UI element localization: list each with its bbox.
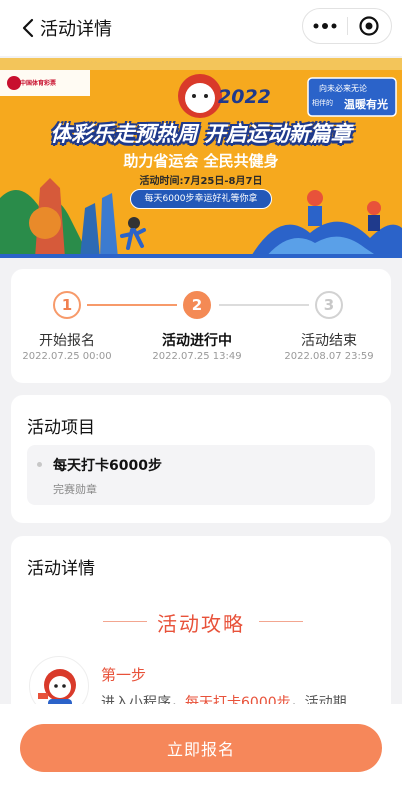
register-now-button[interactable]: 立即报名 [20, 724, 382, 772]
guide-step-label: 第一步 [101, 666, 147, 684]
progress-line-completed [87, 304, 177, 306]
step-3-indicator: 3 [315, 291, 343, 319]
more-button[interactable] [303, 9, 347, 43]
step-1-indicator: 1 [53, 291, 81, 319]
guide-title: 活动攻略 [157, 612, 245, 636]
chevron-left-icon [22, 18, 34, 38]
banner-year: 2022 [218, 86, 271, 108]
banner-subheadline: 助力省运会 全民共健身 [123, 152, 279, 170]
mini-program-capsule [302, 8, 392, 44]
activity-progress-card: 1 2 3 开始报名 活动进行中 活动结束 2022.07.25 00:00 2… [11, 269, 391, 383]
progress-line-pending [219, 304, 309, 306]
guide-divider-right [259, 621, 303, 622]
banner-slogan-line1: 向未必来无论 [319, 84, 367, 93]
guide-divider-left [103, 621, 147, 622]
banner-headline: 体彩乐走预热周 开启运动新篇章 [50, 122, 352, 146]
step-3-date: 2022.08.07 23:59 [284, 351, 374, 362]
bottom-action-bar: 立即报名 [0, 704, 402, 800]
more-dots-icon [313, 23, 337, 29]
lottery-logo-text: 中国体育彩票 [20, 80, 57, 87]
banner-reward-pill: 每天6000步幸运好礼等你拿 [130, 189, 272, 209]
activity-banner[interactable]: 中国体育彩票 2022 向未必来无论 相伴的 温暖有光 体彩乐走预热周 开启运动… [0, 58, 402, 258]
page-title: 活动详情 [40, 19, 112, 40]
target-circle-icon [359, 16, 380, 36]
project-item-name: 每天打卡6000步 [53, 458, 162, 474]
project-item-badge: 完赛勋章 [53, 483, 97, 496]
banner-activity-time: 活动时间:7月25日-8月7日 [139, 176, 263, 187]
project-section-title: 活动项目 [27, 418, 95, 438]
step-3-label: 活动结束 [301, 333, 357, 349]
detail-section-title: 活动详情 [27, 559, 95, 579]
nav-bar: 活动详情 [0, 0, 402, 56]
step-2-label: 活动进行中 [162, 333, 232, 349]
close-mini-program-button[interactable] [348, 9, 391, 43]
back-button[interactable] [14, 14, 42, 42]
step-1-date: 2022.07.25 00:00 [22, 351, 112, 362]
banner-slogan-line3: 相伴的 [312, 99, 333, 107]
step-2-date: 2022.07.25 13:49 [152, 351, 242, 362]
step-1-label: 开始报名 [39, 333, 95, 349]
activity-project-card: 活动项目 每天打卡6000步 完赛勋章 [11, 395, 391, 523]
project-item[interactable]: 每天打卡6000步 完赛勋章 [27, 445, 375, 505]
step-2-indicator: 2 [183, 291, 211, 319]
banner-slogan-line2: 温暖有光 [344, 98, 388, 111]
bullet-dot-icon [37, 462, 42, 467]
